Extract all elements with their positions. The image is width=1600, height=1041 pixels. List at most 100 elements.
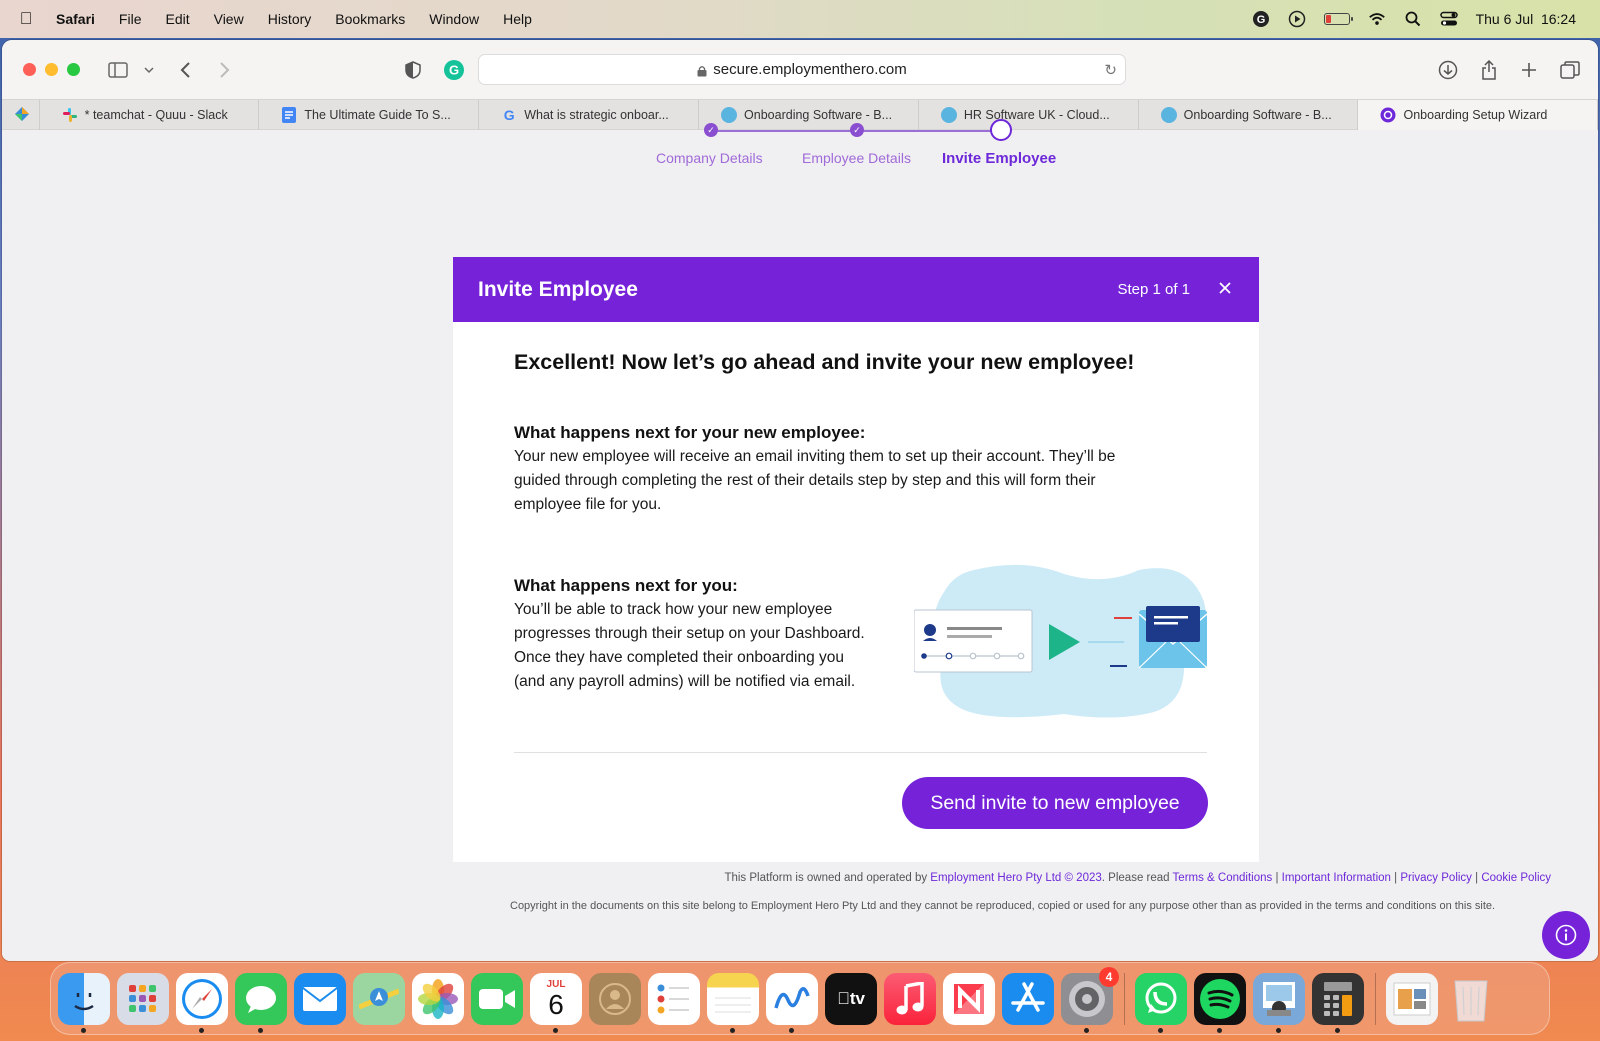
app-store-icon[interactable] xyxy=(1002,972,1054,1025)
tab-google-docs[interactable]: The Ultimate Guide To S... xyxy=(259,100,480,130)
card-header: Invite Employee Step 1 of 1 xyxy=(453,257,1259,322)
whatsapp-icon[interactable] xyxy=(1135,972,1187,1033)
step-company-details[interactable]: Company Details xyxy=(656,150,763,166)
tab-label: Onboarding Software - B... xyxy=(744,108,893,122)
freeform-icon[interactable] xyxy=(766,972,818,1033)
calculator-icon[interactable] xyxy=(1312,972,1364,1033)
control-center-icon[interactable] xyxy=(1439,10,1458,28)
calendar-icon[interactable]: JUL 6 xyxy=(530,972,582,1033)
footer-separator: | xyxy=(1272,872,1282,884)
tab-label: HR Software UK - Cloud... xyxy=(963,108,1110,122)
spotify-icon[interactable] xyxy=(1194,972,1246,1033)
footer-copyright: Copyright in the documents on this site … xyxy=(510,900,1496,912)
share-icon[interactable] xyxy=(1477,58,1501,82)
terms-link[interactable]: Terms & Conditions xyxy=(1173,872,1273,884)
footer-separator: | xyxy=(1471,872,1482,884)
minimize-window-button[interactable] xyxy=(45,63,58,76)
grammarly-extension-icon[interactable]: G xyxy=(442,58,466,82)
tab-label: Onboarding Setup Wizard xyxy=(1403,108,1548,122)
mail-icon[interactable] xyxy=(294,972,346,1025)
menu-history[interactable]: History xyxy=(256,11,324,27)
menu-help[interactable]: Help xyxy=(491,11,544,27)
contacts-icon[interactable] xyxy=(589,972,641,1025)
reload-icon[interactable]: ↻ xyxy=(1104,61,1117,79)
close-window-button[interactable] xyxy=(23,63,36,76)
menu-window[interactable]: Window xyxy=(417,11,491,27)
macos-dock: JUL 6 tv 4 xyxy=(50,962,1550,1035)
info-help-button[interactable] xyxy=(1542,911,1590,959)
company-link[interactable]: Employment Hero Pty Ltd © 2023 xyxy=(930,872,1101,884)
menu-bookmarks[interactable]: Bookmarks xyxy=(323,11,417,27)
zoom-window-button[interactable] xyxy=(67,63,80,76)
employee-next-text: Your new employee will receive an email … xyxy=(514,445,1115,517)
downloads-icon[interactable] xyxy=(1436,58,1460,82)
employment-hero-favicon-icon xyxy=(1380,107,1396,123)
finder-icon[interactable] xyxy=(58,972,110,1033)
sidebar-toggle-icon[interactable] xyxy=(106,58,130,82)
tab-pinned[interactable] xyxy=(2,100,40,130)
trash-icon[interactable] xyxy=(1445,973,1497,1025)
url-text: secure.employmenthero.com xyxy=(713,61,907,78)
text-line: employee file for you. xyxy=(514,496,662,513)
downloads-stack-icon[interactable] xyxy=(1386,972,1438,1025)
tab-onboarding-software-1[interactable]: Onboarding Software - B... xyxy=(699,100,919,130)
system-settings-icon[interactable]: 4 xyxy=(1061,966,1119,1033)
wifi-icon[interactable] xyxy=(1368,10,1386,28)
tab-onboarding-software-2[interactable]: Onboarding Software - B... xyxy=(1139,100,1359,130)
launchpad-icon[interactable] xyxy=(117,972,169,1025)
preview-icon[interactable] xyxy=(1253,972,1305,1033)
music-icon[interactable] xyxy=(884,972,936,1025)
menubar-clock[interactable]: Thu 6 Jul 16:24 xyxy=(1476,11,1576,27)
facetime-icon[interactable] xyxy=(471,972,523,1025)
grammarly-icon[interactable]: G xyxy=(1252,10,1270,28)
new-tab-icon[interactable] xyxy=(1517,58,1541,82)
notification-badge: 4 xyxy=(1099,966,1119,987)
notes-icon[interactable] xyxy=(707,972,759,1033)
step-indicator: Step 1 of 1 xyxy=(1117,281,1190,298)
menu-view[interactable]: View xyxy=(202,11,256,27)
news-icon[interactable] xyxy=(943,972,995,1025)
tab-bar: * teamchat - Quuu - Slack The Ultimate G… xyxy=(2,99,1598,130)
back-icon[interactable] xyxy=(174,58,198,82)
apple-tv-label: tv xyxy=(837,988,865,1008)
step-current-indicator xyxy=(990,119,1012,141)
window-controls xyxy=(23,63,80,76)
menu-edit[interactable]: Edit xyxy=(153,11,201,27)
menu-app-name[interactable]: Safari xyxy=(52,11,107,27)
tab-slack[interactable]: * teamchat - Quuu - Slack xyxy=(40,100,260,130)
pinned-favicon-icon xyxy=(14,106,30,125)
close-icon[interactable] xyxy=(1216,279,1234,300)
step-invite-employee[interactable]: Invite Employee xyxy=(942,150,1056,167)
privacy-link[interactable]: Privacy Policy xyxy=(1400,872,1472,884)
reminders-icon[interactable] xyxy=(648,972,700,1025)
photos-icon[interactable] xyxy=(412,972,464,1025)
play-icon[interactable] xyxy=(1288,10,1306,28)
maps-icon[interactable] xyxy=(353,972,405,1025)
important-info-link[interactable]: Important Information xyxy=(1282,872,1391,884)
card-headline: Excellent! Now let’s go ahead and invite… xyxy=(514,350,1135,374)
tab-onboarding-wizard[interactable]: Onboarding Setup Wizard xyxy=(1358,100,1598,130)
safari-window: G secure.employmenthero.com ↻ * teamchat… xyxy=(2,40,1598,961)
footer-text: . Please read xyxy=(1101,872,1173,884)
step-employee-details[interactable]: Employee Details xyxy=(802,150,911,166)
forward-icon[interactable] xyxy=(212,58,236,82)
privacy-shield-icon[interactable] xyxy=(401,58,425,82)
tab-label: * teamchat - Quuu - Slack xyxy=(84,108,228,122)
safari-icon[interactable] xyxy=(176,972,228,1033)
apple-tv-icon[interactable]: tv xyxy=(825,972,877,1025)
tab-overview-icon[interactable] xyxy=(1558,58,1582,82)
send-invite-button[interactable]: Send invite to new employee xyxy=(902,777,1208,829)
battery-icon[interactable] xyxy=(1323,13,1353,25)
address-bar[interactable]: secure.employmenthero.com ↻ xyxy=(478,54,1126,85)
text-line: Your new employee will receive an email … xyxy=(514,448,1116,465)
menu-file[interactable]: File xyxy=(107,11,154,27)
invite-email-illustration xyxy=(914,564,1208,718)
tab-google-search[interactable]: G What is strategic onboar... xyxy=(479,100,700,130)
apple-menu-icon[interactable]:  xyxy=(0,9,52,29)
browser-toolbar: G secure.employmenthero.com ↻ xyxy=(2,40,1598,99)
spotlight-search-icon[interactable] xyxy=(1404,10,1422,28)
cookie-link[interactable]: Cookie Policy xyxy=(1481,872,1551,884)
chevron-down-icon[interactable] xyxy=(137,58,161,82)
tab-hr-software[interactable]: HR Software UK - Cloud... xyxy=(919,100,1139,130)
messages-icon[interactable] xyxy=(235,972,287,1033)
